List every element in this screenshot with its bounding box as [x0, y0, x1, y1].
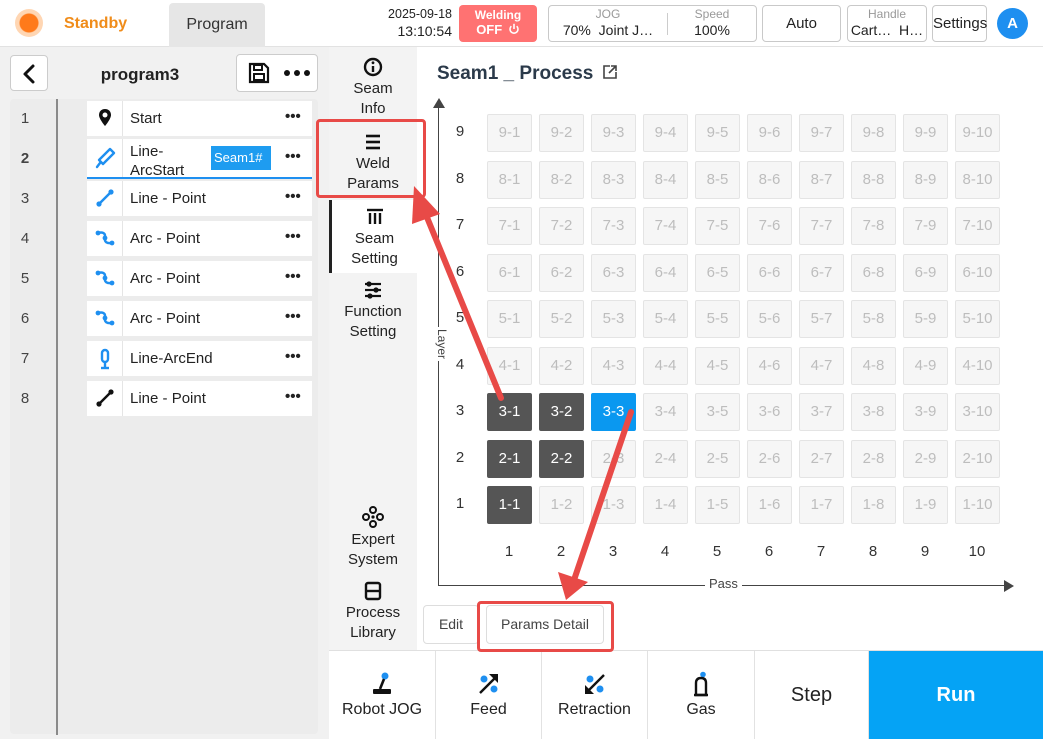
arrow-to-weld-params [421, 207, 504, 401]
annotation-arrows [412, 186, 634, 600]
arrow-head-weld-params [412, 186, 440, 224]
app-window: Standby Program 2025-09-18 13:10:54 Weld… [0, 0, 1043, 739]
arrow-to-params-detail [571, 409, 634, 583]
